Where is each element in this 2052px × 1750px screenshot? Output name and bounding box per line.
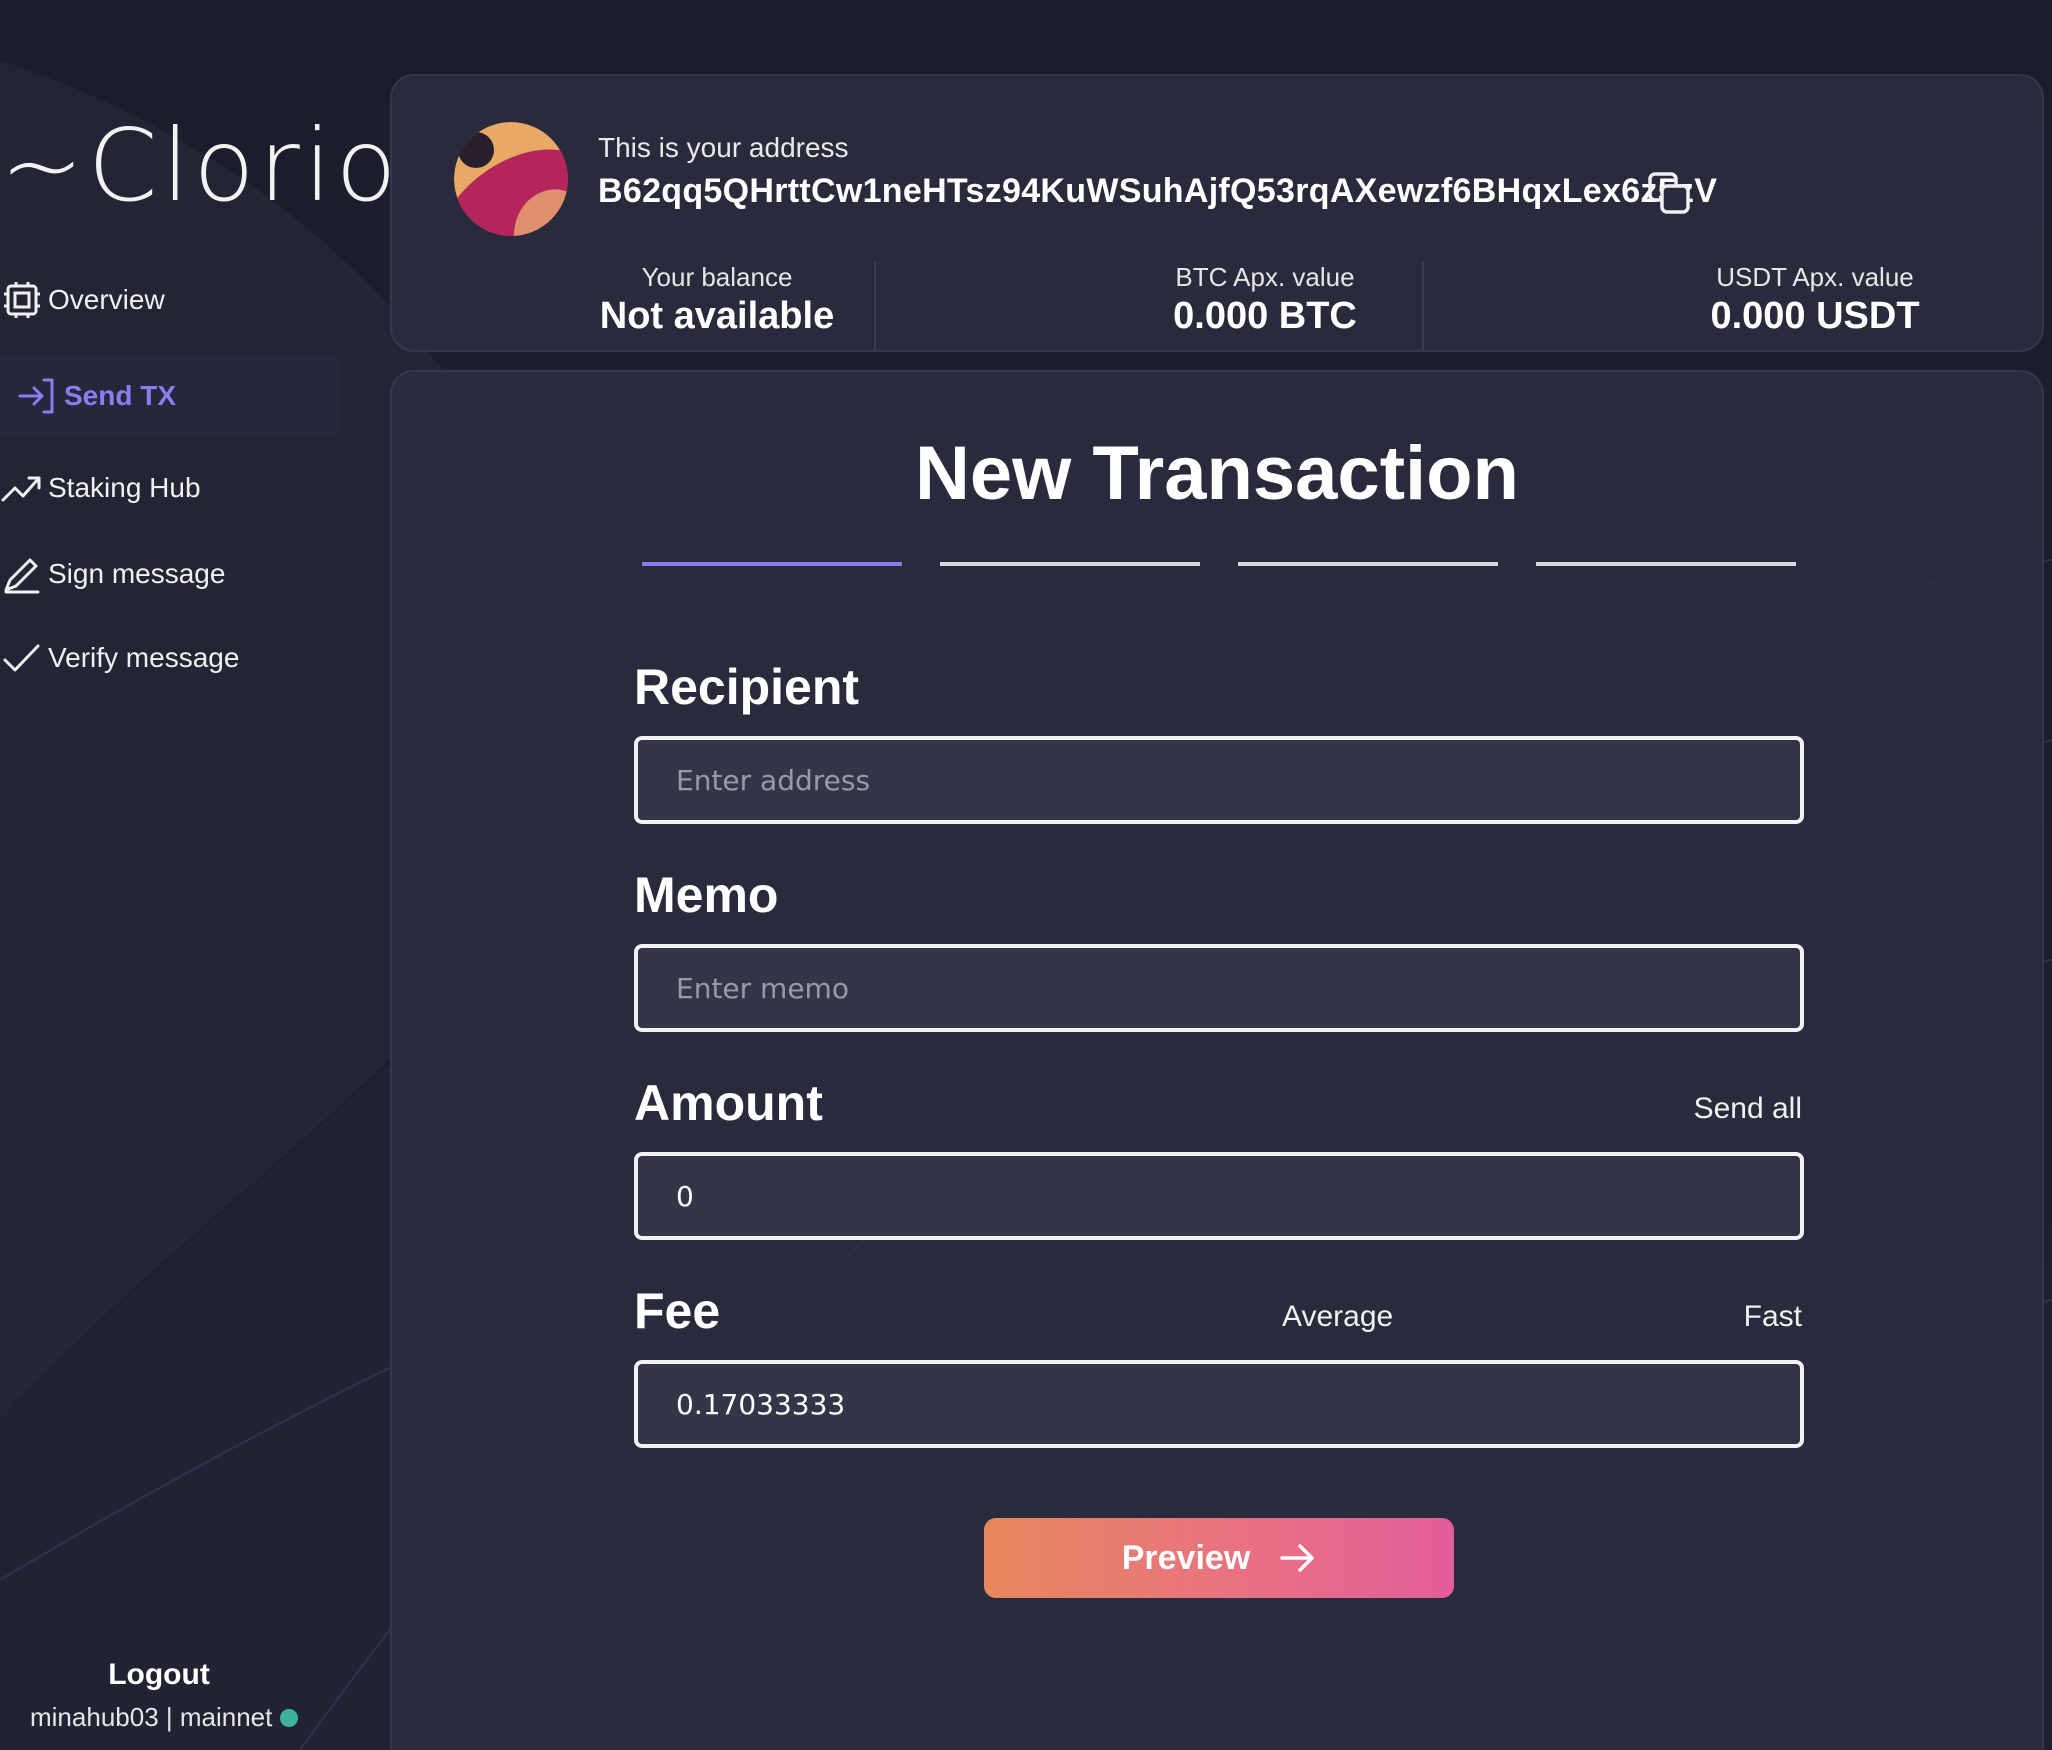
new-transaction-card: New Transaction Recipient Memo Amount Se…: [390, 370, 2044, 1750]
sidebar-item-label: Sign message: [48, 558, 226, 589]
app-logo: ~Clorio: [0, 107, 401, 224]
send-all-link[interactable]: Send all: [1694, 1092, 1802, 1126]
sidebar-item-staking-hub[interactable]: Staking Hub: [0, 446, 342, 530]
memo-input[interactable]: [634, 944, 1804, 1032]
step-indicator-1: [642, 562, 902, 566]
send-icon: [16, 374, 60, 418]
sidebar-item-label: Send TX: [64, 380, 177, 411]
step-indicator-2: [940, 562, 1200, 566]
recipient-input[interactable]: [634, 736, 1804, 824]
fee-fast-option[interactable]: Fast: [1744, 1300, 1802, 1334]
balance-value: Not available: [599, 295, 835, 337]
preview-button[interactable]: Preview: [984, 1518, 1454, 1598]
sidebar: ~Clorio Overview Send TX Staking Hub Sig…: [0, 0, 397, 1750]
copy-address-button[interactable]: [1646, 170, 1694, 218]
stat-divider: [1422, 262, 1424, 350]
sidebar-item-overview[interactable]: Overview: [0, 258, 342, 342]
memo-label: Memo: [634, 867, 779, 923]
address-label: This is your address: [598, 132, 849, 163]
amount-input[interactable]: [634, 1152, 1804, 1240]
wallet-address: B62qq5QHrttCw1neHTsz94KuWSuhAjfQ53rqAXew…: [598, 172, 1718, 210]
preview-button-label: Preview: [1121, 1538, 1251, 1577]
avatar: [454, 122, 568, 236]
stat-divider: [874, 262, 876, 350]
logout-button[interactable]: Logout: [0, 1658, 318, 1692]
wallet-header-card: This is your address B62qq5QHrttCw1neHTs…: [390, 74, 2044, 352]
copy-icon: [1648, 172, 1690, 214]
btc-stat: BTC Apx. value 0.000 BTC: [992, 262, 1538, 338]
usdt-label: USDT Apx. value: [1716, 262, 1914, 292]
step-indicator-4: [1536, 562, 1796, 566]
check-icon: [0, 636, 44, 680]
sidebar-item-sign-message[interactable]: Sign message: [0, 532, 342, 616]
account-label: minahub03 | mainnet: [30, 1702, 273, 1732]
balance-stat: Your balance Not available: [444, 262, 990, 338]
usdt-stat: USDT Apx. value 0.000 USDT: [1542, 262, 2052, 338]
network-status-dot: [280, 1708, 299, 1727]
pen-icon: [0, 552, 44, 596]
sidebar-item-label: Staking Hub: [48, 472, 201, 503]
btc-label: BTC Apx. value: [1175, 262, 1355, 292]
recipient-label: Recipient: [634, 659, 860, 715]
chip-icon: [0, 278, 44, 322]
amount-label: Amount: [634, 1075, 823, 1131]
page-title: New Transaction: [915, 431, 1519, 516]
usdt-value: 0.000 USDT: [1710, 295, 1920, 337]
sidebar-item-label: Overview: [48, 284, 165, 315]
app-window: ~Clorio Overview Send TX Staking Hub Sig…: [0, 0, 2052, 1750]
btc-value: 0.000 BTC: [1173, 295, 1357, 337]
trending-up-icon: [0, 466, 44, 510]
step-indicator-3: [1238, 562, 1498, 566]
sidebar-item-send-tx[interactable]: Send TX: [0, 354, 342, 438]
account-network-status: minahub03 | mainnet: [30, 1702, 299, 1733]
arrow-right-icon: [1280, 1543, 1316, 1573]
fee-average-option[interactable]: Average: [1282, 1300, 1393, 1334]
sidebar-item-label: Verify message: [48, 642, 240, 673]
fee-label: Fee: [634, 1283, 721, 1339]
balance-label: Your balance: [641, 262, 793, 292]
fee-input[interactable]: [634, 1360, 1804, 1448]
sidebar-item-verify-message[interactable]: Verify message: [0, 616, 342, 700]
